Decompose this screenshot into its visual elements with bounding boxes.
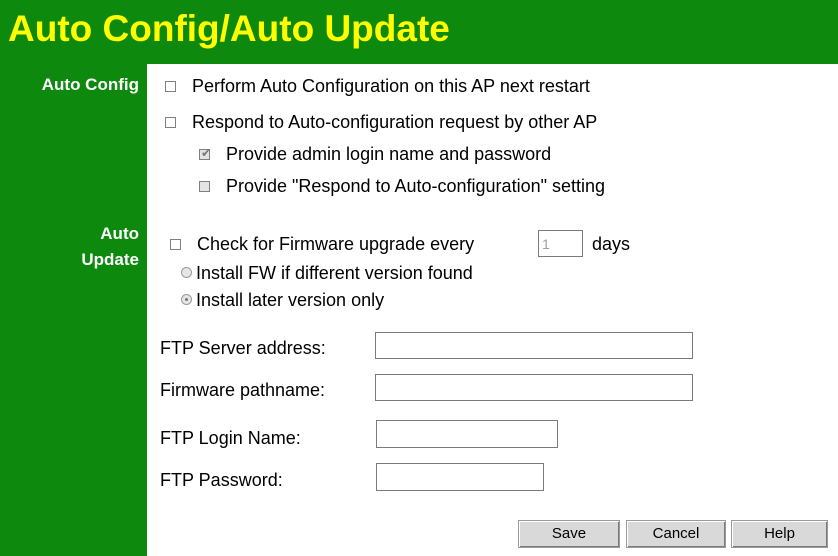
ftp-server-label: FTP Server address: <box>160 338 326 358</box>
days-input[interactable] <box>538 230 583 257</box>
perform-auto-config-label: Perform Auto Configuration on this AP ne… <box>192 76 590 96</box>
radio-selected-dot <box>185 298 188 301</box>
firmware-pathname-label: Firmware pathname: <box>160 380 326 400</box>
help-button[interactable]: Help <box>731 520 828 548</box>
days-label: days <box>592 234 631 254</box>
respond-request-label: Respond to Auto-configuration request by… <box>192 112 598 132</box>
sidebar: Auto Config Auto Update <box>0 64 147 556</box>
ftp-password-input[interactable] <box>376 463 544 491</box>
provide-respond-setting-checkbox[interactable] <box>199 181 210 192</box>
page-title: Auto Config/Auto Update <box>8 8 450 49</box>
provide-admin-label: Provide admin login name and password <box>226 144 552 164</box>
install-later-only-label: Install later version only <box>196 290 385 310</box>
firmware-pathname-input[interactable] <box>375 374 693 401</box>
auto-update-section-label-line2: Update <box>81 250 139 269</box>
perform-auto-config-checkbox[interactable] <box>165 81 176 92</box>
respond-request-checkbox[interactable] <box>165 117 176 128</box>
save-button[interactable]: Save <box>518 520 620 548</box>
auto-config-section-label: Auto Config <box>41 75 139 94</box>
install-if-different-label: Install FW if different version found <box>196 263 473 283</box>
checkmark-icon: ✔ <box>201 146 212 160</box>
check-firmware-label: Check for Firmware upgrade every <box>197 234 475 254</box>
cancel-button[interactable]: Cancel <box>626 520 726 548</box>
ftp-login-input[interactable] <box>376 420 558 448</box>
install-later-only-radio[interactable] <box>181 294 192 305</box>
install-if-different-radio[interactable] <box>181 267 192 278</box>
ftp-server-input[interactable] <box>375 332 693 359</box>
ftp-login-label: FTP Login Name: <box>160 428 301 448</box>
check-firmware-checkbox[interactable] <box>170 239 181 250</box>
ftp-password-label: FTP Password: <box>160 470 283 490</box>
provide-respond-setting-label: Provide "Respond to Auto-configuration" … <box>226 176 606 196</box>
auto-update-section-label-line1: Auto <box>100 224 139 243</box>
provide-admin-checkbox[interactable]: ✔ <box>199 146 212 160</box>
